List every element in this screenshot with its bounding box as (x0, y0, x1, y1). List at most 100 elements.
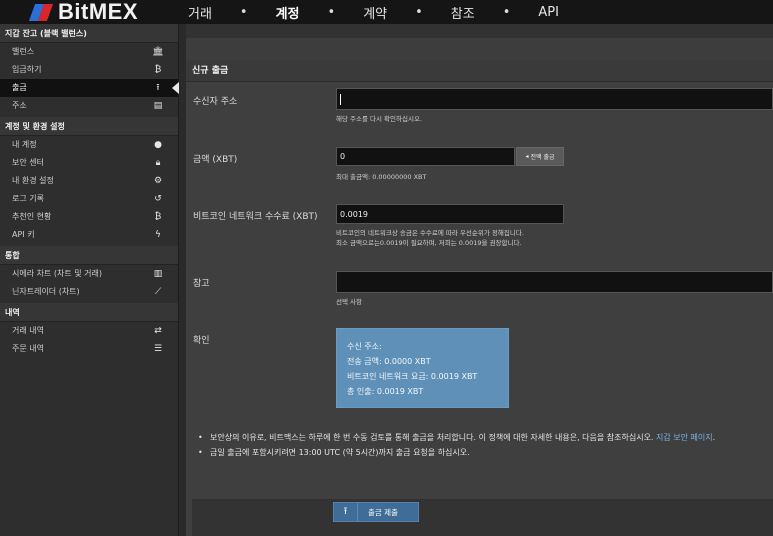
amount-label: 금액 (XBT) (193, 155, 238, 165)
sidebar-item-label: 거래 내역 (12, 326, 44, 335)
confirm-amount-line: 전송 금액: 0.0000 XBT (347, 357, 431, 366)
sidebar-item-label: 로그 기록 (12, 194, 44, 203)
nav-contracts[interactable]: 계약 (363, 3, 387, 22)
confirm-fee-line: 비트코인 네트워크 요금: 0.0019 XBT (347, 372, 478, 381)
gear-icon: ⚙ (153, 176, 163, 186)
memo-label: 참고 (193, 279, 210, 289)
sidebar-item-label: 내 환경 설정 (12, 176, 54, 185)
sidebar-item-label: 밸런스 (12, 47, 35, 56)
fee-value: 0.0019 (340, 209, 368, 219)
note-security-text: 보안상의 이유로, 비트맥스는 하루에 한 번 수동 검토를 통해 출금을 처리… (210, 433, 654, 442)
amount-value: 0 (340, 152, 346, 161)
address-help: 해당 주소를 다시 확인하십시오. (336, 115, 423, 123)
sidebar-item-label: 입금하기 (12, 65, 42, 74)
text-caret (340, 93, 341, 105)
sidebar-item-sierra-chart[interactable]: 시에라 차트 (차트 및 거래) ▥ (0, 265, 178, 283)
form-footer (192, 499, 773, 536)
bar-chart-icon: ▥ (153, 269, 163, 279)
sidebar-header-integrations: 통합 (0, 246, 178, 265)
fee-input[interactable]: 0.0019 (336, 204, 564, 224)
sidebar-item-balance[interactable]: 밸런스 🏛 (0, 43, 178, 61)
submit-withdraw-button[interactable]: ⭱ 출금 제출 (333, 502, 419, 522)
nav-separator: • (502, 4, 511, 20)
memo-input[interactable] (336, 271, 773, 293)
confirm-label: 확인 (193, 336, 210, 346)
main-nav: 거래 • 계정 • 계약 • 참조 • API (173, 0, 559, 24)
amount-input[interactable]: 0 (336, 147, 515, 166)
sidebar-item-label: 주소 (12, 101, 27, 110)
sidebar-item-label: 닌자트레이더 (차트) (12, 287, 80, 296)
sidebar: 지갑 잔고 (블랙 밸런스) 밸런스 🏛 입금하기 ₿ 출금 ⭱ 주소 ▤ 계정… (0, 24, 179, 536)
sidebar-header-history: 내역 (0, 303, 178, 322)
sidebar-item-label: 내 계정 (12, 140, 37, 149)
sidebar-header-account: 계정 및 환경 설정 (0, 117, 178, 136)
history-icon: ↺ (154, 194, 162, 204)
sidebar-item-api-keys[interactable]: API 키 ϟ (0, 226, 178, 244)
address-label: 수신자 주소 (193, 97, 238, 107)
list-icon: ☰ (153, 344, 163, 354)
max-withdraw-button[interactable]: ◂ 전액 출금 (516, 147, 564, 166)
nav-separator: • (327, 4, 336, 20)
fee-help-line1: 비트코인의 네트워크상 송금은 수수료에 따라 우선순위가 정해집니다. (336, 229, 524, 237)
user-icon: ● (154, 140, 162, 150)
sidebar-header-wallet: 지갑 잔고 (블랙 밸런스) (0, 24, 178, 43)
bank-icon: 🏛 (152, 47, 164, 57)
confirm-address-line: 수신 주소: (347, 342, 382, 351)
sidebar-item-deposit[interactable]: 입금하기 ₿ (0, 61, 178, 79)
sidebar-item-label: 추천인 현황 (12, 212, 52, 221)
sidebar-item-referrals[interactable]: 추천인 현황 ₿ (0, 208, 178, 226)
sidebar-item-my-account[interactable]: 내 계정 ● (0, 136, 178, 154)
wallet-security-link[interactable]: 지갑 보안 페이지 (656, 433, 713, 442)
bitcoin-icon: ₿ (154, 212, 162, 222)
sidebar-item-label: API 키 (12, 230, 35, 239)
bitmex-logo-icon (28, 3, 54, 21)
sidebar-item-ninjatrader[interactable]: 닌자트레이더 (차트) ⟋ (0, 283, 178, 301)
bolt-icon: ϟ (155, 230, 161, 240)
sidebar-item-withdraw[interactable]: 출금 ⭱ (0, 79, 179, 97)
nav-separator: • (415, 4, 423, 20)
max-withdraw-label: 전액 출금 (530, 154, 555, 161)
panel-title: 신규 출금 (186, 60, 773, 82)
sidebar-item-label: 보안 센터 (12, 158, 44, 167)
exchange-icon: ⇄ (154, 326, 162, 336)
amount-help: 최대 출금액: 0.00000000 XBT (336, 173, 427, 181)
withdraw-panel (186, 60, 773, 536)
active-indicator-arrow (172, 82, 179, 94)
memo-help: 선택 사항 (336, 298, 362, 306)
sidebar-item-preferences[interactable]: 내 환경 설정 ⚙ (0, 172, 178, 190)
sidebar-item-order-history[interactable]: 주문 내역 ☰ (0, 340, 178, 358)
top-nav-bar: BitMEX 거래 • 계정 • 계약 • 참조 • API (0, 0, 773, 24)
sidebar-item-label: 출금 (12, 83, 27, 92)
note-security: 보안상의 이유로, 비트맥스는 하루에 한 번 수동 검토를 통해 출금을 처리… (196, 432, 766, 444)
brand-name: BitMEX (58, 0, 138, 24)
confirm-total-line: 총 인출: 0.0019 XBT (347, 387, 424, 396)
note-cutoff: 금일 출금에 포함시키려면 13:00 UTC (약 5시간)까지 출금 요청을… (196, 447, 766, 459)
withdraw-notes: 보안상의 이유로, 비트맥스는 하루에 한 번 수동 검토를 통해 출금을 처리… (196, 432, 766, 462)
line-chart-icon: ⟋ (154, 287, 162, 297)
lock-icon: 🔒︎ (155, 158, 161, 168)
nav-separator: • (239, 4, 248, 20)
sidebar-item-trade-history[interactable]: 거래 내역 ⇄ (0, 322, 178, 340)
sidebar-item-security[interactable]: 보안 센터 🔒︎ (0, 154, 178, 172)
nav-reference[interactable]: 참조 (451, 3, 475, 22)
main-content: 신규 출금 수신자 주소 해당 주소를 다시 확인하십시오. 금액 (XBT) … (186, 24, 773, 536)
sidebar-item-label: 시에라 차트 (차트 및 거래) (12, 269, 103, 278)
address-input[interactable] (336, 88, 773, 110)
nav-api[interactable]: API (538, 5, 559, 20)
nav-trade[interactable]: 거래 (188, 3, 212, 22)
submit-withdraw-label: 출금 제출 (368, 507, 398, 517)
fee-help-line2: 최소 금액으로는0.0019이 필요하며, 저희는 0.0019을 권장합니다. (336, 239, 522, 247)
address-book-icon: ▤ (153, 101, 163, 111)
arrow-left-icon: ◂ (525, 153, 529, 160)
sidebar-item-address[interactable]: 주소 ▤ (0, 97, 178, 115)
sidebar-item-log[interactable]: 로그 기록 ↺ (0, 190, 178, 208)
upload-icon: ⭱ (156, 83, 160, 93)
note-security-end: . (712, 433, 716, 442)
bitmex-logo[interactable]: BitMEX (28, 0, 138, 24)
upload-icon: ⭱ (334, 503, 358, 521)
confirm-summary-box: 수신 주소: 전송 금액: 0.0000 XBT 비트코인 네트워크 요금: 0… (336, 328, 509, 408)
note-cutoff-text: 금일 출금에 포함시키려면 13:00 UTC (약 5시간)까지 출금 요청을… (210, 448, 470, 457)
nav-account[interactable]: 계정 (276, 3, 300, 22)
bitcoin-icon: ₿ (154, 65, 162, 75)
fee-label: 비트코인 네트워크 수수료 (XBT) (193, 212, 318, 222)
